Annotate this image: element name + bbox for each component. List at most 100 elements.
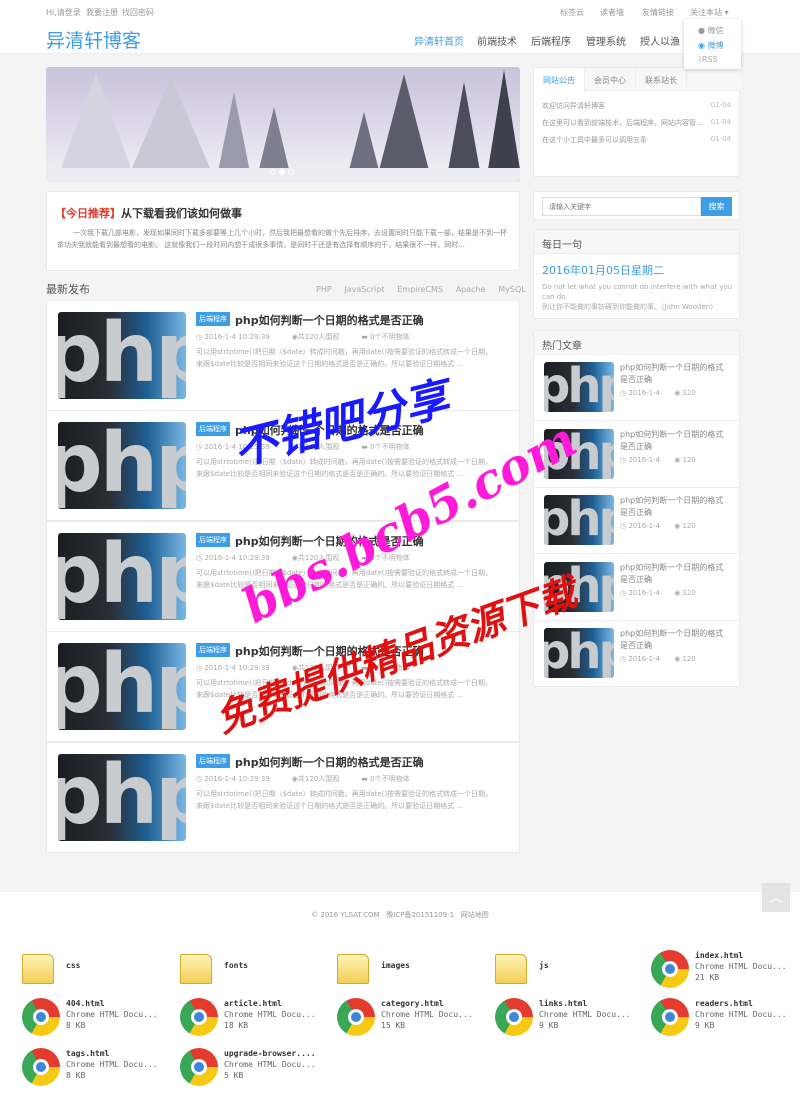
article-excerpt: 可以用strtotime()把日期（$date）转成时间戳，再用date()按需… [196, 679, 493, 699]
notice-card: 网站公告 会员中心 联系站长 欢迎访问异清轩博客 01-04 在这里可以看到前端技术… [533, 67, 741, 177]
file-item[interactable]: article.html Chrome HTML Docu... 18 KB [180, 996, 330, 1042]
article-title[interactable]: php如何判断一个日期的格式是否正确 [235, 533, 424, 549]
friend-links-link[interactable]: 友情链接 [642, 7, 674, 18]
hot-views: 120 [682, 455, 696, 464]
article-title[interactable]: php如何判断一个日期的格式是否正确 [235, 643, 424, 659]
article-item: php 后端程序 php如何判断一个日期的格式是否正确 ◷ 2016-1-4 10:2… [46, 742, 520, 853]
slider-dot-1[interactable] [270, 169, 276, 175]
nav-cms[interactable]: 管理系统 [586, 33, 626, 48]
file-item[interactable]: category.html Chrome HTML Docu... 15 KB [337, 996, 487, 1042]
hot-views: 120 [682, 588, 696, 597]
hot-title[interactable]: php如何判断一个日期的格式是否正确 [620, 628, 730, 652]
menu-item-wechat[interactable]: ● 微信 [698, 25, 724, 36]
hot-date: 2016-1-4 [628, 389, 661, 397]
article-title[interactable]: php如何判断一个日期的格式是否正确 [235, 422, 424, 438]
notice-date: 01-04 [710, 135, 731, 143]
category-badge[interactable]: 后端程序 [196, 422, 230, 436]
recommend-title[interactable]: 【今日推荐】从下载看我们该如何做事 [55, 205, 242, 221]
article-thumbnail[interactable]: php [58, 643, 186, 730]
category-badge[interactable]: 后端程序 [196, 643, 230, 657]
tag-cloud-link[interactable]: 标签云 [560, 7, 584, 18]
menu-item-weibo[interactable]: ◉ 微博 [698, 40, 724, 51]
file-item[interactable]: js [495, 948, 645, 994]
file-item[interactable]: fonts [180, 948, 330, 994]
tag-apache[interactable]: Apache [456, 285, 486, 294]
article-comments[interactable]: 0个不明物体 [370, 664, 409, 672]
php-logo-text: php [58, 422, 186, 509]
slider-dot-3[interactable] [288, 169, 294, 175]
file-type: Chrome HTML Docu... [539, 1010, 631, 1019]
nav-frontend[interactable]: 前端技术 [477, 33, 517, 48]
article-comments[interactable]: 0个不明物体 [370, 554, 409, 562]
sitemap-link[interactable]: 网站地图 [461, 911, 489, 919]
tag-php[interactable]: PHP [316, 285, 332, 294]
tab-contact[interactable]: 联系站长 [636, 68, 687, 91]
article-comments[interactable]: 0个不明物体 [370, 775, 409, 783]
footer: © 2016 YLSAT.COM 豫ICP备20151109-1 网站地图 [0, 910, 800, 920]
category-badge[interactable]: 后端程序 [196, 754, 230, 768]
site-logo[interactable]: 异清轩博客 [46, 26, 141, 53]
icp-link[interactable]: 豫ICP备20151109-1 [386, 911, 454, 919]
file-size: 8 KB [66, 1071, 86, 1080]
file-size: 21 KB [695, 973, 720, 982]
hot-title[interactable]: php如何判断一个日期的格式是否正确 [620, 429, 730, 453]
article-title[interactable]: php如何判断一个日期的格式是否正确 [235, 754, 424, 770]
tab-member[interactable]: 会员中心 [585, 68, 636, 91]
article-excerpt: 可以用strtotime()把日期（$date）转成时间戳，再用date()按需… [196, 348, 493, 368]
hot-thumbnail[interactable]: php [544, 428, 614, 479]
file-item[interactable]: readers.html Chrome HTML Docu... 9 KB [651, 996, 800, 1042]
hot-thumbnail[interactable]: php [544, 495, 614, 545]
file-name: category.html [381, 999, 444, 1008]
hot-thumbnail[interactable]: php [544, 561, 614, 612]
hot-title[interactable]: php如何判断一个日期的格式是否正确 [620, 362, 730, 386]
wechat-icon: ● [698, 26, 705, 35]
slider-dot-2[interactable] [279, 169, 285, 175]
register-link[interactable]: 我要注册 [86, 7, 118, 18]
hot-title[interactable]: php如何判断一个日期的格式是否正确 [620, 495, 730, 519]
article-thumbnail[interactable]: php [58, 422, 186, 509]
notice-item[interactable]: 在这个小工具中最多可以调用五条 [542, 135, 647, 145]
article-title[interactable]: php如何判断一个日期的格式是否正确 [235, 312, 424, 328]
file-type: Chrome HTML Docu... [381, 1010, 473, 1019]
tag-javascript[interactable]: JavaScript [344, 285, 384, 294]
login-link[interactable]: Hi,请登录 [46, 7, 81, 18]
search-input[interactable] [542, 197, 701, 216]
file-item[interactable]: css [22, 948, 172, 994]
file-item[interactable]: 404.html Chrome HTML Docu... 8 KB [22, 996, 172, 1042]
article-date: 2016-1-4 10:29:39 [204, 333, 270, 341]
back-to-top-button[interactable]: ︿ [762, 883, 790, 912]
tag-mysql[interactable]: MySQL [498, 285, 525, 294]
image-slider[interactable] [46, 67, 520, 182]
file-size: 9 KB [695, 1021, 715, 1030]
file-item[interactable]: images [337, 948, 487, 994]
category-badge[interactable]: 后端程序 [196, 312, 230, 326]
file-item[interactable]: tags.html Chrome HTML Docu... 8 KB [22, 1046, 172, 1092]
nav-home[interactable]: 异清轩首页 [414, 33, 464, 48]
nav-teach[interactable]: 授人以渔 [640, 33, 680, 48]
hot-title[interactable]: php如何判断一个日期的格式是否正确 [620, 562, 730, 586]
article-thumbnail[interactable]: php [58, 754, 186, 841]
forgot-password-link[interactable]: 找回密码 [122, 7, 154, 18]
notice-item[interactable]: 欢迎访问异清轩博客 [542, 101, 605, 111]
file-item[interactable]: upgrade-browser.... Chrome HTML Docu... 5 … [180, 1046, 330, 1092]
article-thumbnail[interactable]: php [58, 533, 186, 620]
follow-dropdown[interactable]: 关注本站 ▾ [690, 7, 729, 18]
nav-backend[interactable]: 后端程序 [531, 33, 571, 48]
menu-item-rss[interactable]: ⌇RSS [698, 55, 718, 64]
hot-thumbnail[interactable]: php [544, 628, 614, 678]
search-button[interactable]: 搜索 [701, 197, 732, 216]
article-thumbnail[interactable]: php [58, 312, 186, 399]
file-item[interactable]: links.html Chrome HTML Docu... 9 KB [495, 996, 645, 1042]
tab-notice[interactable]: 网站公告 [534, 68, 585, 92]
article-comments[interactable]: 0个不明物体 [370, 443, 409, 451]
tag-empirecms[interactable]: EmpireCMS [397, 285, 443, 294]
category-badge[interactable]: 后端程序 [196, 533, 230, 547]
article-views: 共120人围观 [297, 664, 340, 672]
file-item[interactable]: index.html Chrome HTML Docu... 21 KB [651, 948, 800, 994]
hot-article: phpphp如何判断一个日期的格式是否正确 ◷ 2016-1-4◉ 120 [533, 421, 740, 488]
notice-item[interactable]: 在这里可以看到前端技术，后端程序，网站内容管... [542, 118, 703, 128]
article-comments[interactable]: 0个不明物体 [370, 333, 409, 341]
file-name: fonts [224, 961, 249, 970]
hot-thumbnail[interactable]: php [544, 362, 614, 412]
readers-link[interactable]: 读者墙 [600, 7, 624, 18]
